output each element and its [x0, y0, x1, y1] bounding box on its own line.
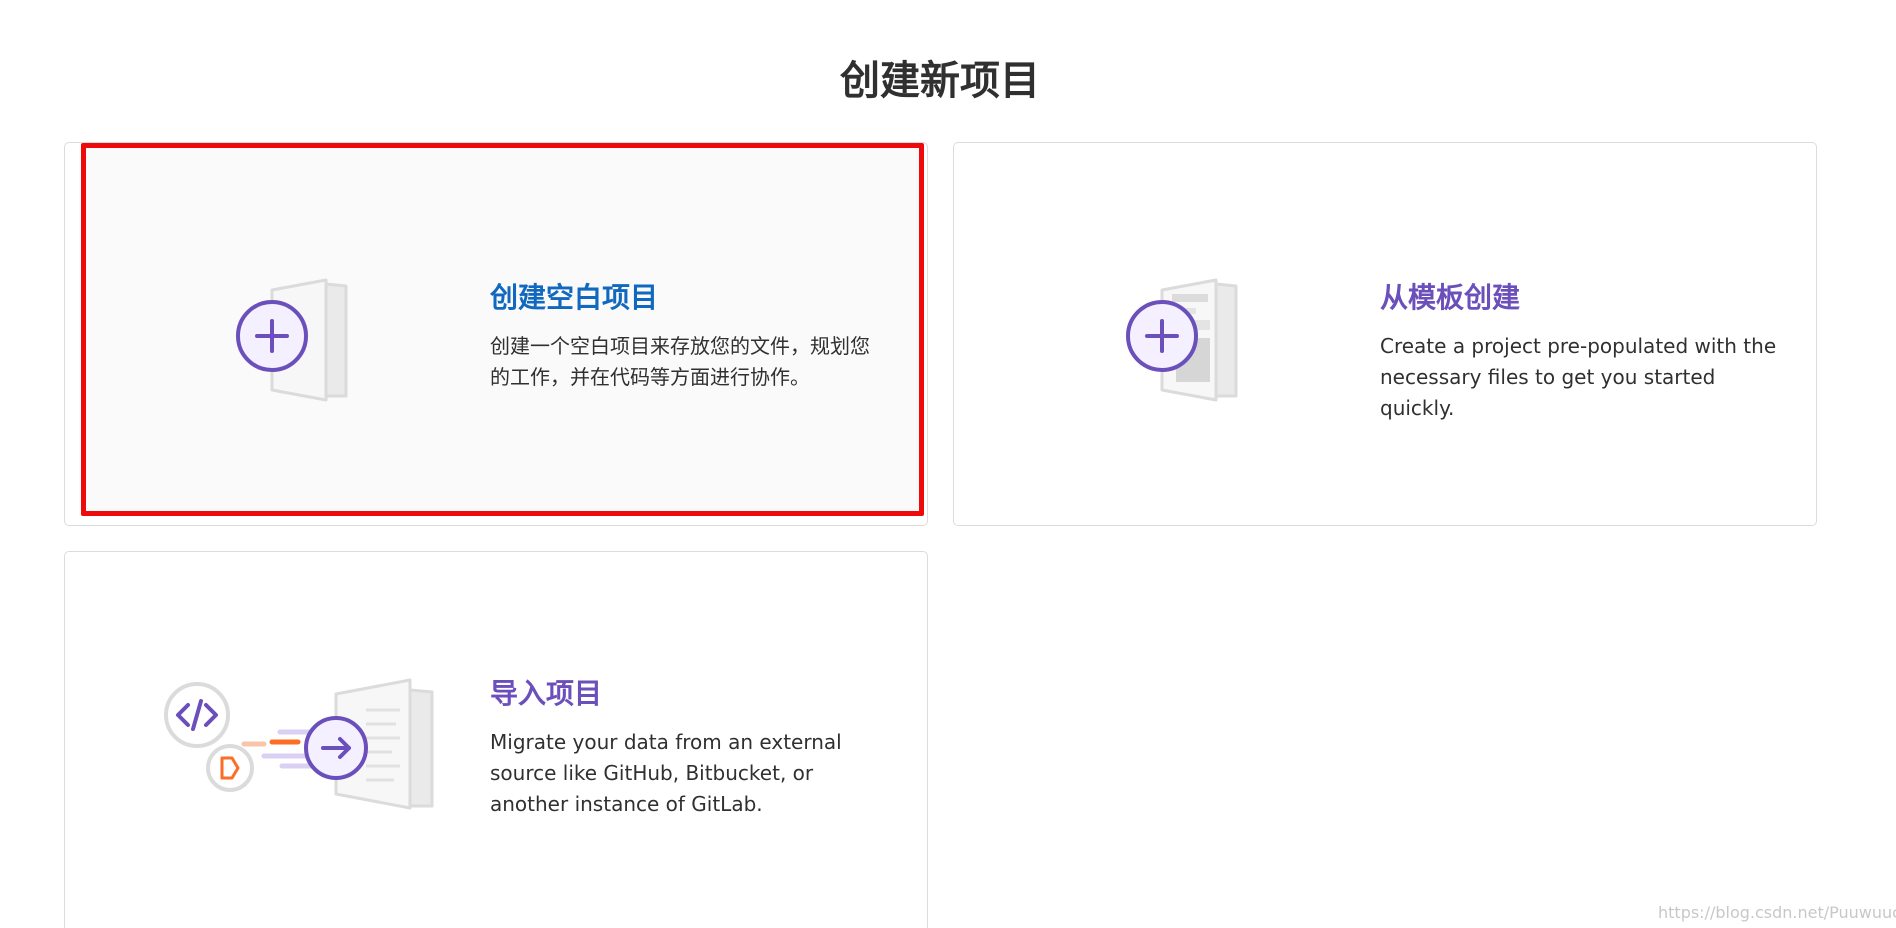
- card-description-blank: 创建一个空白项目来存放您的文件，规划您的工作，并在代码等方面进行协作。: [490, 334, 870, 389]
- blank-project-icon: [236, 278, 348, 402]
- card-title-blank[interactable]: 创建空白项目: [490, 276, 658, 316]
- card-title-template[interactable]: 从模板创建: [1380, 276, 1520, 316]
- new-project-page: 创建新项目 创建空白项目 创建一个空白项目来存放您的文件，规划您的工作，并在代码…: [0, 0, 1896, 928]
- template-project-icon: [1126, 278, 1238, 402]
- card-description-template: Create a project pre-populated with the …: [1380, 334, 1777, 420]
- watermark: https://blog.csdn.net/Puuwuuchao: [1658, 903, 1896, 922]
- page-title: 创建新项目: [840, 58, 1040, 104]
- card-title-import[interactable]: 导入项目: [490, 672, 602, 712]
- import-project-icon: [164, 678, 434, 810]
- card-description-import: Migrate your data from an external sourc…: [490, 730, 842, 816]
